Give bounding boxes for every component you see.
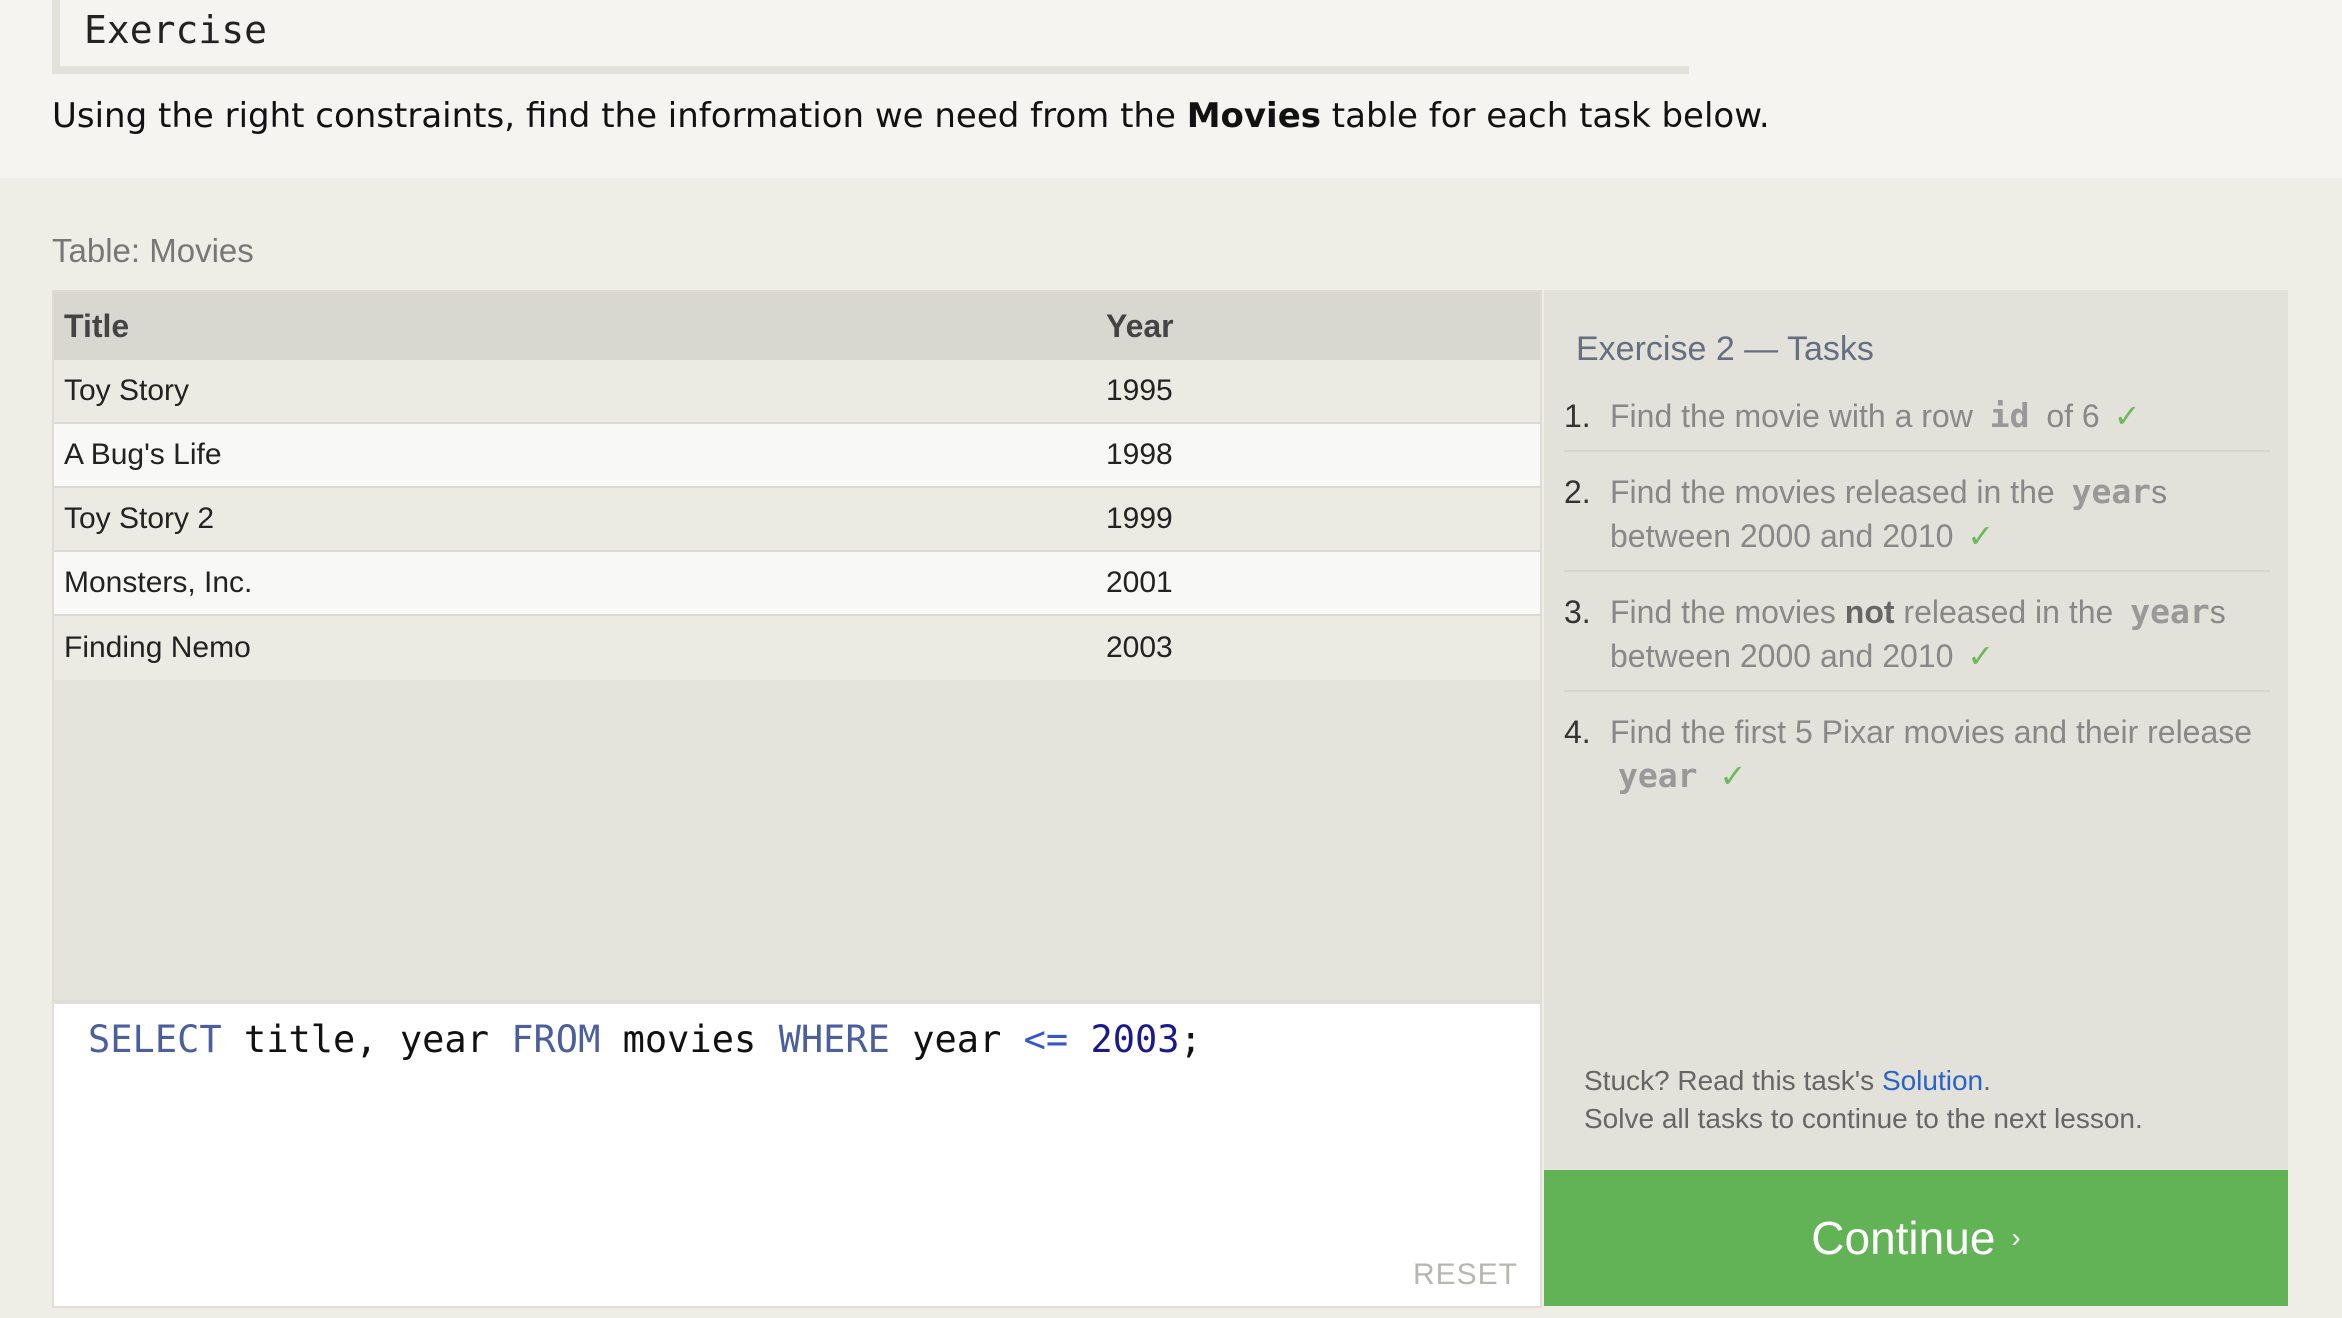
keyword-select: SELECT (88, 1018, 222, 1061)
sql-editor[interactable]: SELECT title, year FROM movies WHERE yea… (52, 1002, 1542, 1308)
table-header-row: Title Year (54, 292, 1540, 360)
cell-year: 1995 (1106, 374, 1173, 407)
intro-text-before: Using the right constraints, find the in… (52, 96, 1187, 136)
cell-title: Finding Nemo (64, 631, 251, 664)
task-text-mid: released in the (1894, 594, 2123, 630)
solution-link[interactable]: Solution (1882, 1065, 1983, 1096)
check-icon: ✓ (1967, 518, 1995, 554)
task-number: 4. (1564, 714, 1591, 750)
task-text: Find the movies not released in the year… (1610, 590, 2270, 678)
stuck-text: Stuck? Read this task's (1584, 1065, 1882, 1096)
table-row: Toy Story 1995 (54, 360, 1540, 424)
keyword-from: FROM (511, 1018, 601, 1061)
cell-title: Monsters, Inc. (64, 566, 253, 599)
table-row: Monsters, Inc. 2001 (54, 552, 1540, 616)
continue-button[interactable]: Continue › (1544, 1170, 2288, 1306)
task-number: 1. (1564, 398, 1591, 434)
column-header-title: Title (64, 307, 130, 344)
task-item: 1. Find the movie with a row id of 6 ✓ (1564, 390, 2270, 452)
solve-all-text: Solve all tasks to continue to the next … (1584, 1103, 2143, 1134)
task-text-pre: Find the movies released in the (1610, 474, 2064, 510)
task-text-bold: not (1844, 594, 1895, 630)
query-number: 2003 (1090, 1018, 1180, 1061)
table-label: Table: Movies (52, 232, 254, 269)
exercise-heading: Exercise (84, 8, 268, 52)
movies-table: Title Year Toy Story 1995 A Bug's Life 1… (52, 290, 1542, 1002)
intro-text-after: table for each task below. (1321, 96, 1770, 136)
task-text-pre: Find the movie with a row (1610, 398, 1982, 434)
keyword-where: WHERE (778, 1018, 890, 1061)
task-code: id (1989, 396, 2030, 435)
exercise-intro: Using the right constraints, find the in… (52, 96, 1770, 136)
tasks-title: Exercise 2 — Tasks (1576, 330, 1874, 368)
query-field: year (889, 1018, 1024, 1061)
sql-query-text[interactable]: SELECT title, year FROM movies WHERE yea… (88, 1018, 1202, 1061)
task-code: year (1618, 756, 1698, 795)
tasks-panel: Exercise 2 — Tasks 1. Find the movie wit… (1544, 290, 2288, 1170)
cell-year: 2003 (1106, 631, 1173, 664)
query-semicolon: ; (1179, 1018, 1202, 1061)
cell-year: 2001 (1106, 566, 1173, 599)
task-item: 3. Find the movies not released in the y… (1564, 586, 2270, 692)
query-operator: <= (1023, 1018, 1069, 1061)
task-list: 1. Find the movie with a row id of 6 ✓ 2.… (1564, 390, 2270, 824)
task-text: Find the movies released in the years be… (1610, 470, 2270, 558)
task-code: year (2071, 472, 2152, 511)
task-text: Find the first 5 Pixar movies and their … (1610, 710, 2270, 798)
stuck-period: . (1983, 1065, 1991, 1096)
check-icon: ✓ (2113, 398, 2141, 434)
query-table: movies (600, 1018, 779, 1061)
task-item: 4. Find the first 5 Pixar movies and the… (1564, 706, 2270, 810)
task-code: year (2130, 592, 2210, 631)
task-item: 2. Find the movies released in the years… (1564, 466, 2270, 572)
task-text-pre: Find the first 5 Pixar movies and their … (1610, 714, 2253, 750)
column-header-year: Year (1106, 307, 1174, 344)
chevron-right-icon: › (2011, 1222, 2021, 1253)
stuck-line: Stuck? Read this task's Solution. (1584, 1062, 2143, 1100)
cell-title: A Bug's Life (64, 438, 222, 471)
check-icon: ✓ (1967, 638, 1995, 674)
table-row: Toy Story 2 1999 (54, 488, 1540, 552)
intro-table-name: Movies (1186, 96, 1321, 136)
table-row: Finding Nemo 2003 (54, 616, 1540, 680)
help-text: Stuck? Read this task's Solution. Solve … (1584, 1062, 2143, 1138)
task-text-pre: Find the movies (1610, 594, 1845, 630)
cell-year: 1998 (1106, 438, 1173, 471)
cell-title: Toy Story 2 (64, 502, 215, 535)
check-icon: ✓ (1719, 758, 1747, 794)
cell-title: Toy Story (64, 374, 190, 407)
exercise-heading-box: Exercise (52, 0, 1689, 74)
continue-label: Continue (1811, 1212, 1996, 1264)
lesson-header: Exercise Using the right constraints, fi… (0, 0, 2342, 178)
query-space (1068, 1018, 1090, 1061)
cell-year: 1999 (1106, 502, 1173, 535)
task-text-post: of 6 (2037, 398, 2100, 434)
task-text: Find the movie with a row id of 6 ✓ (1610, 394, 2270, 438)
query-columns: title, year (221, 1018, 512, 1061)
task-number: 3. (1564, 594, 1591, 630)
reset-button[interactable]: RESET (1413, 1258, 1518, 1292)
table-row: A Bug's Life 1998 (54, 424, 1540, 488)
task-number: 2. (1564, 474, 1591, 510)
